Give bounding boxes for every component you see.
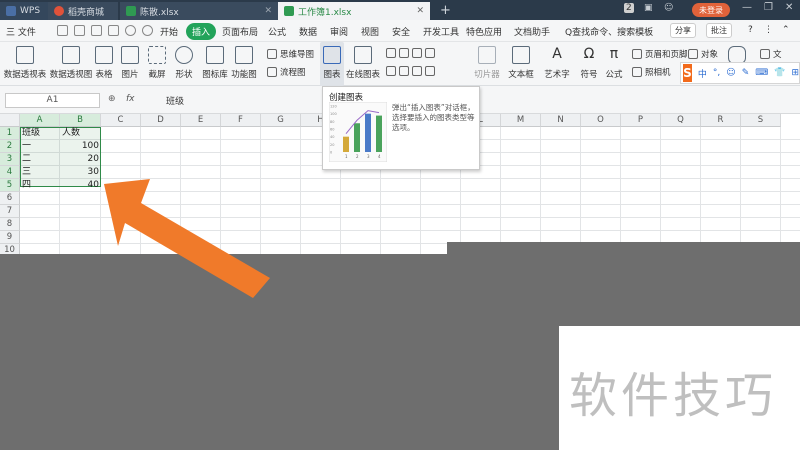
preview-bar — [343, 136, 349, 152]
preview-y-tick: 20 — [330, 143, 334, 147]
preview-y-tick: 60 — [330, 128, 334, 132]
tooltip-description: 弹出“插入图表”对话框，选择要插入的图表类型等选项。 — [392, 103, 475, 132]
chart-preview-image: 1201008060402001 2 3 4 — [329, 102, 387, 162]
preview-bar — [365, 113, 371, 152]
preview-y-tick: 100 — [330, 112, 337, 116]
watermark-panel: 软件技巧 — [559, 326, 800, 450]
create-chart-tooltip: 创建图表 120 100 80 60 40 20 0 1 2 3 4 弹出“插入图表”对话框，选择要… — [322, 86, 480, 170]
preview-y-tick: 80 — [330, 120, 334, 124]
preview-bar — [376, 115, 382, 152]
preview-y-tick: 40 — [330, 135, 334, 139]
watermark-text: 软件技巧 — [569, 368, 778, 424]
preview-y-tick: 0 — [330, 151, 332, 155]
preview-bar — [354, 123, 360, 152]
app-window: WPS 稻壳商城 陈散.xlsx ✕ 工作簿1.xlsx ✕ + 2 ▣ ☺ 未登录… — [0, 0, 800, 450]
preview-y-tick: 120 — [330, 105, 337, 109]
